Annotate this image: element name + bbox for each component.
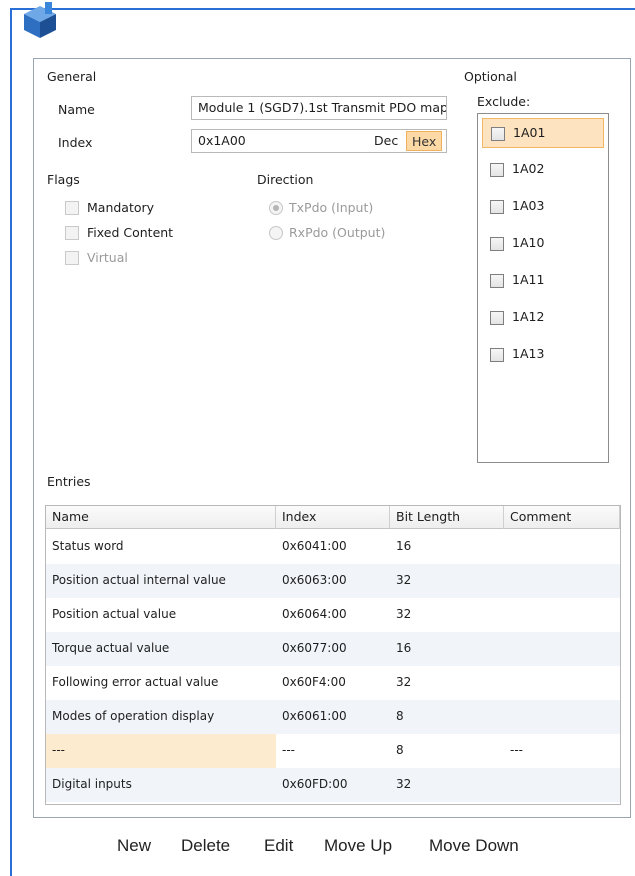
- cell-comment: ---: [510, 743, 523, 757]
- virtual-checkbox[interactable]: [65, 251, 79, 265]
- column-header-name[interactable]: Name: [46, 506, 276, 529]
- exclude-checkbox[interactable]: [490, 311, 504, 325]
- index-value: 0x1A00: [198, 133, 246, 148]
- exclude-checkbox[interactable]: [490, 348, 504, 362]
- cell-index: 0x6064:00: [282, 607, 347, 621]
- cell-index: ---: [282, 743, 295, 757]
- cell-index: 0x6041:00: [282, 539, 347, 553]
- cell-name: ---: [46, 734, 276, 768]
- delete-button[interactable]: Delete: [181, 836, 230, 856]
- exclude-checkbox[interactable]: [490, 200, 504, 214]
- column-header-bit-length[interactable]: Bit Length: [390, 506, 504, 529]
- column-header-index[interactable]: Index: [276, 506, 390, 529]
- exclude-item-1a11[interactable]: 1A11: [482, 266, 604, 296]
- name-field[interactable]: Module 1 (SGD7).1st Transmit PDO mapping: [191, 96, 447, 120]
- exclude-item-label: 1A03: [512, 198, 545, 213]
- column-header-comment[interactable]: Comment: [504, 506, 620, 529]
- name-label: Name: [58, 102, 95, 117]
- exclude-list[interactable]: 1A01 1A02 1A03 1A10 1A11 1A12 1A13: [477, 113, 609, 463]
- mandatory-label: Mandatory: [87, 200, 155, 215]
- general-section-label: General: [47, 69, 97, 84]
- hex-toggle[interactable]: Hex: [406, 131, 443, 151]
- exclude-item-label: 1A13: [512, 346, 545, 361]
- cell-index: 0x6061:00: [282, 709, 347, 723]
- table-row[interactable]: Position actual value 0x6064:00 32: [46, 598, 620, 632]
- cell-bit-length: 8: [396, 743, 404, 757]
- window-border-top: [10, 8, 635, 10]
- pdo-properties-panel: General Name Module 1 (SGD7).1st Transmi…: [33, 58, 631, 818]
- table-row[interactable]: --- --- 8 ---: [46, 734, 620, 768]
- exclude-item-label: 1A02: [512, 161, 545, 176]
- edit-button[interactable]: Edit: [264, 836, 293, 856]
- flags-section-label: Flags: [47, 172, 80, 187]
- entries-table-header: Name Index Bit Length Comment: [46, 506, 620, 529]
- index-label: Index: [58, 135, 93, 150]
- cell-name: Status word: [52, 539, 124, 553]
- cell-comment: [504, 632, 620, 666]
- exclude-checkbox[interactable]: [490, 237, 504, 251]
- exclude-item-1a12[interactable]: 1A12: [482, 303, 604, 333]
- table-row[interactable]: Position actual internal value 0x6063:00…: [46, 564, 620, 598]
- table-row[interactable]: Status word 0x6041:00 16: [46, 530, 620, 564]
- cell-comment: [504, 700, 620, 734]
- cell-name: Position actual value: [52, 607, 177, 621]
- module-cube-icon: [24, 2, 56, 38]
- cell-index: 0x60FD:00: [282, 777, 348, 791]
- table-row[interactable]: Torque actual value 0x6077:00 16: [46, 632, 620, 666]
- exclude-item-1a10[interactable]: 1A10: [482, 229, 604, 259]
- rxpdo-radio[interactable]: [269, 226, 283, 240]
- mandatory-checkbox[interactable]: [65, 201, 79, 215]
- cell-name: Position actual internal value: [52, 573, 226, 587]
- exclude-checkbox[interactable]: [491, 127, 505, 141]
- cell-index: 0x6077:00: [282, 641, 347, 655]
- cell-bit-length: 16: [396, 641, 412, 655]
- table-row[interactable]: Digital inputs 0x60FD:00 32: [46, 768, 620, 802]
- txpdo-radio[interactable]: [269, 201, 283, 215]
- exclude-item-1a02[interactable]: 1A02: [482, 155, 604, 185]
- table-row[interactable]: Following error actual value 0x60F4:00 3…: [46, 666, 620, 700]
- rxpdo-label: RxPdo (Output): [289, 225, 386, 240]
- exclude-item-1a03[interactable]: 1A03: [482, 192, 604, 222]
- move-up-button[interactable]: Move Up: [324, 836, 392, 856]
- cell-bit-length: 32: [396, 573, 412, 587]
- move-down-button[interactable]: Move Down: [429, 836, 519, 856]
- cell-name: Digital inputs: [52, 777, 132, 791]
- exclude-item-1a13[interactable]: 1A13: [482, 340, 604, 370]
- cell-name: Torque actual value: [52, 641, 170, 655]
- cell-bit-length: 16: [396, 539, 412, 553]
- exclude-item-label: 1A01: [513, 125, 546, 140]
- cell-name: Modes of operation display: [52, 709, 215, 723]
- optional-section-label: Optional: [464, 69, 517, 84]
- new-button[interactable]: New: [117, 836, 151, 856]
- cell-comment: [504, 564, 620, 598]
- cell-index: 0x6063:00: [282, 573, 347, 587]
- cell-bit-length: 32: [396, 777, 412, 791]
- virtual-label: Virtual: [87, 250, 128, 265]
- window-border-left: [10, 8, 12, 876]
- txpdo-label: TxPdo (Input): [289, 200, 374, 215]
- table-row[interactable]: Modes of operation display 0x6061:00 8: [46, 700, 620, 734]
- cell-index: 0x60F4:00: [282, 675, 346, 689]
- dec-toggle[interactable]: Dec: [369, 131, 403, 151]
- entries-section-label: Entries: [47, 474, 91, 489]
- fixed-content-label: Fixed Content: [87, 225, 174, 240]
- exclude-checkbox[interactable]: [490, 163, 504, 177]
- cell-comment: [504, 768, 620, 802]
- direction-section-label: Direction: [257, 172, 314, 187]
- cell-bit-length: 32: [396, 607, 412, 621]
- cell-name: Following error actual value: [52, 675, 219, 689]
- exclude-label: Exclude:: [477, 94, 531, 109]
- entries-table[interactable]: Name Index Bit Length Comment Status wor…: [45, 505, 621, 805]
- cell-bit-length: 32: [396, 675, 412, 689]
- exclude-item-1a01[interactable]: 1A01: [482, 118, 604, 148]
- cell-comment: [504, 598, 620, 632]
- exclude-item-label: 1A10: [512, 235, 545, 250]
- cell-comment: [504, 666, 620, 700]
- fixed-content-checkbox[interactable]: [65, 226, 79, 240]
- exclude-checkbox[interactable]: [490, 274, 504, 288]
- exclude-item-label: 1A11: [512, 272, 545, 287]
- exclude-item-label: 1A12: [512, 309, 545, 324]
- cell-comment: [504, 530, 620, 564]
- cell-bit-length: 8: [396, 709, 404, 723]
